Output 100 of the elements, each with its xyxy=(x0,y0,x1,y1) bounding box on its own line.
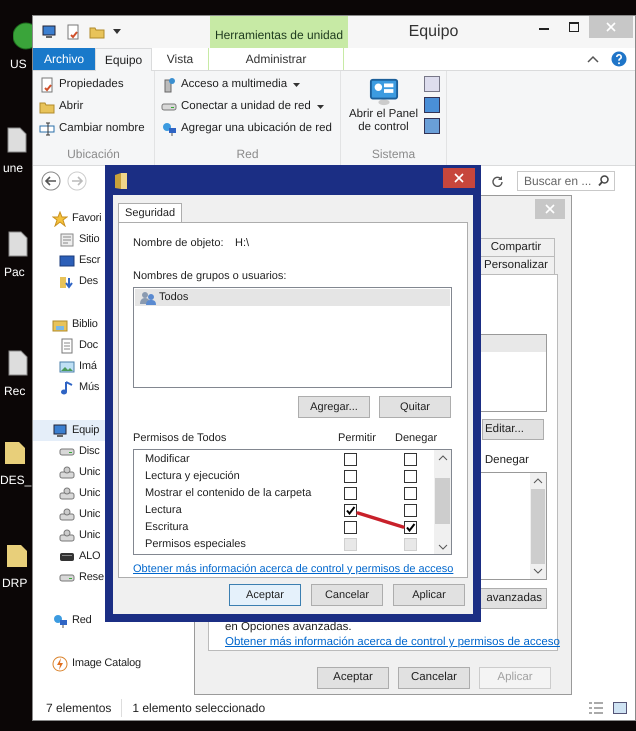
checkbox[interactable] xyxy=(404,504,417,516)
context-tab-header: Herramientas de unidad xyxy=(210,16,348,48)
dialog-button[interactable]: Cancelar xyxy=(398,667,470,689)
refresh-icon[interactable] xyxy=(491,175,503,187)
nav-item[interactable]: Unic xyxy=(33,504,102,525)
permission-label: Lectura xyxy=(145,504,182,516)
checkbox[interactable] xyxy=(344,452,357,466)
collapse-ribbon-icon[interactable] xyxy=(587,55,599,63)
edit-button[interactable]: Editar... xyxy=(482,418,544,440)
nav-item[interactable]: Unic xyxy=(33,483,102,504)
close-button[interactable] xyxy=(443,168,475,188)
nav-item[interactable]: Sitio xyxy=(33,229,100,250)
checkbox[interactable] xyxy=(344,520,357,534)
ribbon-group-label: Sistema xyxy=(370,146,416,163)
checkbox[interactable] xyxy=(344,470,357,482)
checkbox[interactable] xyxy=(344,486,357,500)
nav-item[interactable]: Favori xyxy=(33,208,102,229)
nav-item[interactable]: Rese xyxy=(33,567,105,588)
desktop-icon-label[interactable]: DES_ xyxy=(0,474,32,486)
ribbon-button[interactable]: Conectar a unidad de red xyxy=(161,98,334,116)
ribbon-tab[interactable]: Administrar xyxy=(208,48,344,70)
dialog-button[interactable]: Quitar xyxy=(379,396,451,418)
dialog-button[interactable]: Aceptar xyxy=(317,667,389,689)
field-label: Permisos de Todos xyxy=(133,431,228,446)
folder-icon xyxy=(114,172,128,190)
help-link[interactable]: Obtener más información acerca de control y permisos de acceso xyxy=(225,634,560,650)
document-icon xyxy=(59,338,75,354)
program-icon[interactable] xyxy=(13,22,32,50)
dialog-button[interactable]: Agregar... xyxy=(298,396,370,418)
permission-label: Escritura xyxy=(145,520,188,533)
ribbon-button[interactable]: Abrir xyxy=(39,98,148,116)
computer-icon xyxy=(41,24,57,40)
nav-item[interactable]: Des xyxy=(33,271,99,292)
maximize-icon xyxy=(569,22,579,32)
ribbon-button[interactable]: Agregar una ubicación de red xyxy=(161,120,334,138)
ribbon-tab[interactable]: Vista xyxy=(152,48,208,70)
checkbox[interactable] xyxy=(344,504,357,516)
nav-item[interactable]: Unic xyxy=(33,525,102,546)
network-icon xyxy=(161,121,177,137)
sites-icon xyxy=(59,232,75,248)
nav-item[interactable]: Red xyxy=(33,610,93,631)
nav-item[interactable]: Biblio xyxy=(33,314,99,335)
window-title: Equipo xyxy=(408,22,460,42)
search-icon xyxy=(598,175,609,186)
computer-icon xyxy=(52,422,68,438)
desktop-icon-label[interactable]: Pac xyxy=(4,266,25,278)
ribbon-button[interactable]: Acceso a multimedia xyxy=(161,76,334,94)
checkbox[interactable] xyxy=(404,520,417,534)
nav-item[interactable]: Escr xyxy=(33,250,102,271)
desktop-icon-label[interactable]: US xyxy=(10,58,27,70)
details-view-icon[interactable] xyxy=(589,702,603,714)
checkbox[interactable] xyxy=(404,486,417,500)
nav-item[interactable]: Unic xyxy=(33,462,102,483)
help-icon[interactable] xyxy=(611,51,627,67)
caret-icon xyxy=(293,83,300,87)
lightning-icon xyxy=(52,656,68,672)
nav-item[interactable]: Doc xyxy=(33,335,99,356)
system-icon[interactable] xyxy=(424,97,440,113)
document-icon xyxy=(65,24,81,40)
ribbon-tab[interactable]: Equipo xyxy=(95,48,152,71)
desktop-icon-label[interactable]: Rec xyxy=(4,385,26,397)
nav-item[interactable]: Image Catalog xyxy=(33,653,142,674)
star-icon xyxy=(52,210,68,226)
desktop-icon-label[interactable]: une xyxy=(3,162,24,174)
nav-item[interactable]: ALO xyxy=(33,546,102,567)
network-drive-icon xyxy=(59,464,75,480)
network-drive-icon xyxy=(59,528,75,544)
system-icon[interactable] xyxy=(424,76,440,92)
system-icon[interactable] xyxy=(424,118,440,134)
note-text: en Opciones avanzadas. xyxy=(225,620,352,634)
nav-item[interactable]: Disc xyxy=(33,441,101,462)
network-drive-icon xyxy=(59,506,75,522)
desktop-icon-label[interactable]: DRP xyxy=(2,577,28,589)
picture-icon xyxy=(59,358,75,374)
ribbon-button[interactable]: Cambiar nombre xyxy=(39,120,148,138)
nav-item[interactable]: Equip xyxy=(33,420,105,441)
help-link[interactable]: Obtener más información acerca de control y permisos de acceso xyxy=(133,560,454,577)
permission-label: Mostrar el contenido de la carpeta xyxy=(145,486,312,499)
ribbon-button[interactable]: Propiedades xyxy=(39,76,148,94)
dialog-button[interactable]: Aceptar xyxy=(229,584,301,606)
tiles-view-icon[interactable] xyxy=(613,702,627,714)
field-value: H:\ xyxy=(235,236,250,251)
nav-item[interactable]: Mús xyxy=(33,377,100,398)
list-item[interactable]: Todos xyxy=(135,289,450,306)
rename-icon xyxy=(39,121,55,137)
nav-item[interactable]: Imá xyxy=(33,356,98,377)
field-label: Nombre de objeto: xyxy=(133,236,224,251)
dialog-tab[interactable]: Seguridad xyxy=(118,203,182,223)
ribbon-tab[interactable]: Archivo xyxy=(33,48,95,70)
dialog-button[interactable]: Cancelar xyxy=(311,584,383,606)
checkbox[interactable] xyxy=(404,470,417,482)
ribbon-large-button[interactable]: Abrir el Panel de control xyxy=(347,76,420,134)
checkbox[interactable] xyxy=(404,452,417,466)
caret-icon[interactable] xyxy=(113,29,121,35)
dialog-button[interactable]: Aplicar xyxy=(393,584,465,606)
column-header: Denegar xyxy=(395,431,438,446)
close-icon xyxy=(606,22,616,32)
search-field[interactable]: Buscar en ... xyxy=(517,171,615,191)
permission-label: Permisos especiales xyxy=(145,538,246,550)
back-icon[interactable] xyxy=(41,171,61,191)
